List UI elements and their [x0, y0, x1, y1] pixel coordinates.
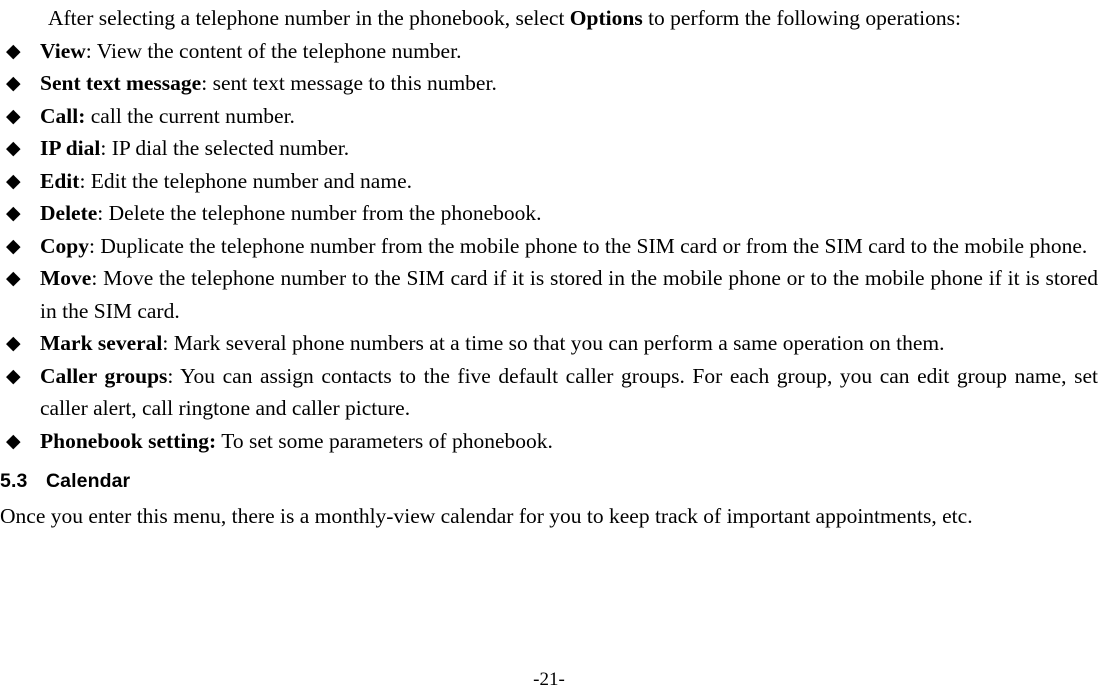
- list-item: ◆ Caller groups: You can assign contacts …: [0, 360, 1098, 425]
- page-footer: -21-: [0, 669, 1098, 691]
- list-item-separator: :: [97, 201, 109, 225]
- list-item: ◆ Copy: Duplicate the telephone number fr…: [0, 230, 1098, 263]
- diamond-bullet-icon: ◆: [6, 267, 21, 289]
- diamond-bullet-icon: ◆: [6, 39, 21, 62]
- list-item: ◆ Edit: Edit the telephone number and nam…: [0, 165, 1098, 198]
- list-item-separator: :: [85, 38, 97, 63]
- page-content: After selecting a telephone number in th…: [0, 0, 1098, 533]
- list-item-separator: :: [201, 71, 213, 95]
- options-keyword: Options: [569, 6, 643, 30]
- section-heading: 5.3 Calendar: [0, 466, 1098, 496]
- list-item-separator: :: [100, 136, 112, 160]
- list-item-term: Edit: [40, 168, 80, 193]
- list-item-description: You can assign contacts to the five defa…: [40, 363, 1098, 421]
- list-item-description: Delete the telephone number from the pho…: [108, 201, 542, 225]
- section-number: 5.3: [0, 470, 28, 492]
- diamond-bullet-icon: ◆: [6, 429, 21, 452]
- list-item: ◆ View: View the content of the telephone…: [0, 35, 1098, 68]
- diamond-bullet-icon: ◆: [6, 364, 21, 387]
- manual-page: After selecting a telephone number in th…: [0, 0, 1098, 699]
- list-item-term: Move: [40, 266, 92, 290]
- list-item-separator: :: [79, 168, 91, 193]
- list-item-description: IP dial the selected number.: [111, 136, 350, 160]
- diamond-bullet-icon: ◆: [6, 234, 21, 257]
- list-item-separator: :: [88, 233, 101, 258]
- list-item-term: Mark several: [40, 331, 163, 355]
- intro-text-after-bold: to perform the following operations:: [642, 6, 961, 30]
- list-item-description: To set some parameters of phonebook.: [221, 428, 553, 453]
- list-item: ◆ Delete: Delete the telephone number fro…: [0, 197, 1098, 230]
- diamond-bullet-icon: ◆: [6, 137, 21, 159]
- diamond-bullet-icon: ◆: [6, 332, 21, 354]
- list-item-term: IP dial: [40, 136, 101, 160]
- list-item: ◆ Mark several: Mark several phone number…: [0, 327, 1098, 360]
- list-item-term: View: [40, 38, 86, 63]
- list-item-description: Duplicate the telephone number from the …: [100, 233, 1088, 258]
- list-item-term: Phonebook setting:: [40, 428, 217, 453]
- list-item-term: Caller groups: [40, 363, 168, 388]
- list-item-description: View the content of the telephone number…: [96, 38, 462, 63]
- list-item-term: Sent text message: [40, 71, 202, 95]
- list-item-term: Delete: [40, 201, 98, 225]
- diamond-bullet-icon: ◆: [6, 202, 21, 224]
- closing-paragraph: Once you enter this menu, there is a mon…: [0, 504, 973, 528]
- list-item: ◆ IP dial: IP dial the selected number.: [0, 132, 1098, 165]
- page-number: -21-: [533, 669, 565, 690]
- section-title: Calendar: [46, 470, 131, 492]
- intro-paragraph: After selecting a telephone number in th…: [0, 0, 1098, 35]
- list-item-separator: :: [162, 331, 174, 355]
- list-item-description: Edit the telephone number and name.: [90, 168, 412, 193]
- list-item: ◆ Sent text message: sent text message to…: [0, 67, 1098, 100]
- diamond-bullet-icon: ◆: [6, 104, 21, 127]
- list-item-description: call the current number.: [90, 103, 295, 128]
- list-item-term: Copy: [40, 233, 89, 258]
- list-item-term: Call:: [40, 103, 86, 128]
- list-item: ◆ Phonebook setting: To set some paramete…: [0, 425, 1098, 458]
- list-item-description: sent text message to this number.: [212, 71, 497, 95]
- intro-text-before-bold: After selecting a telephone number in th…: [48, 6, 570, 30]
- options-bullet-list: ◆ View: View the content of the telephone…: [0, 35, 1098, 458]
- list-item-description: Mark several phone numbers at a time so …: [173, 331, 945, 355]
- list-item-separator: :: [91, 266, 104, 290]
- list-item: ◆ Move: Move the telephone number to the …: [0, 262, 1098, 327]
- diamond-bullet-icon: ◆: [6, 169, 21, 192]
- diamond-bullet-icon: ◆: [6, 72, 21, 94]
- list-item-separator: :: [167, 363, 181, 388]
- list-item: ◆ Call: call the current number.: [0, 100, 1098, 133]
- list-item-description: Move the telephone number to the SIM car…: [40, 266, 1098, 323]
